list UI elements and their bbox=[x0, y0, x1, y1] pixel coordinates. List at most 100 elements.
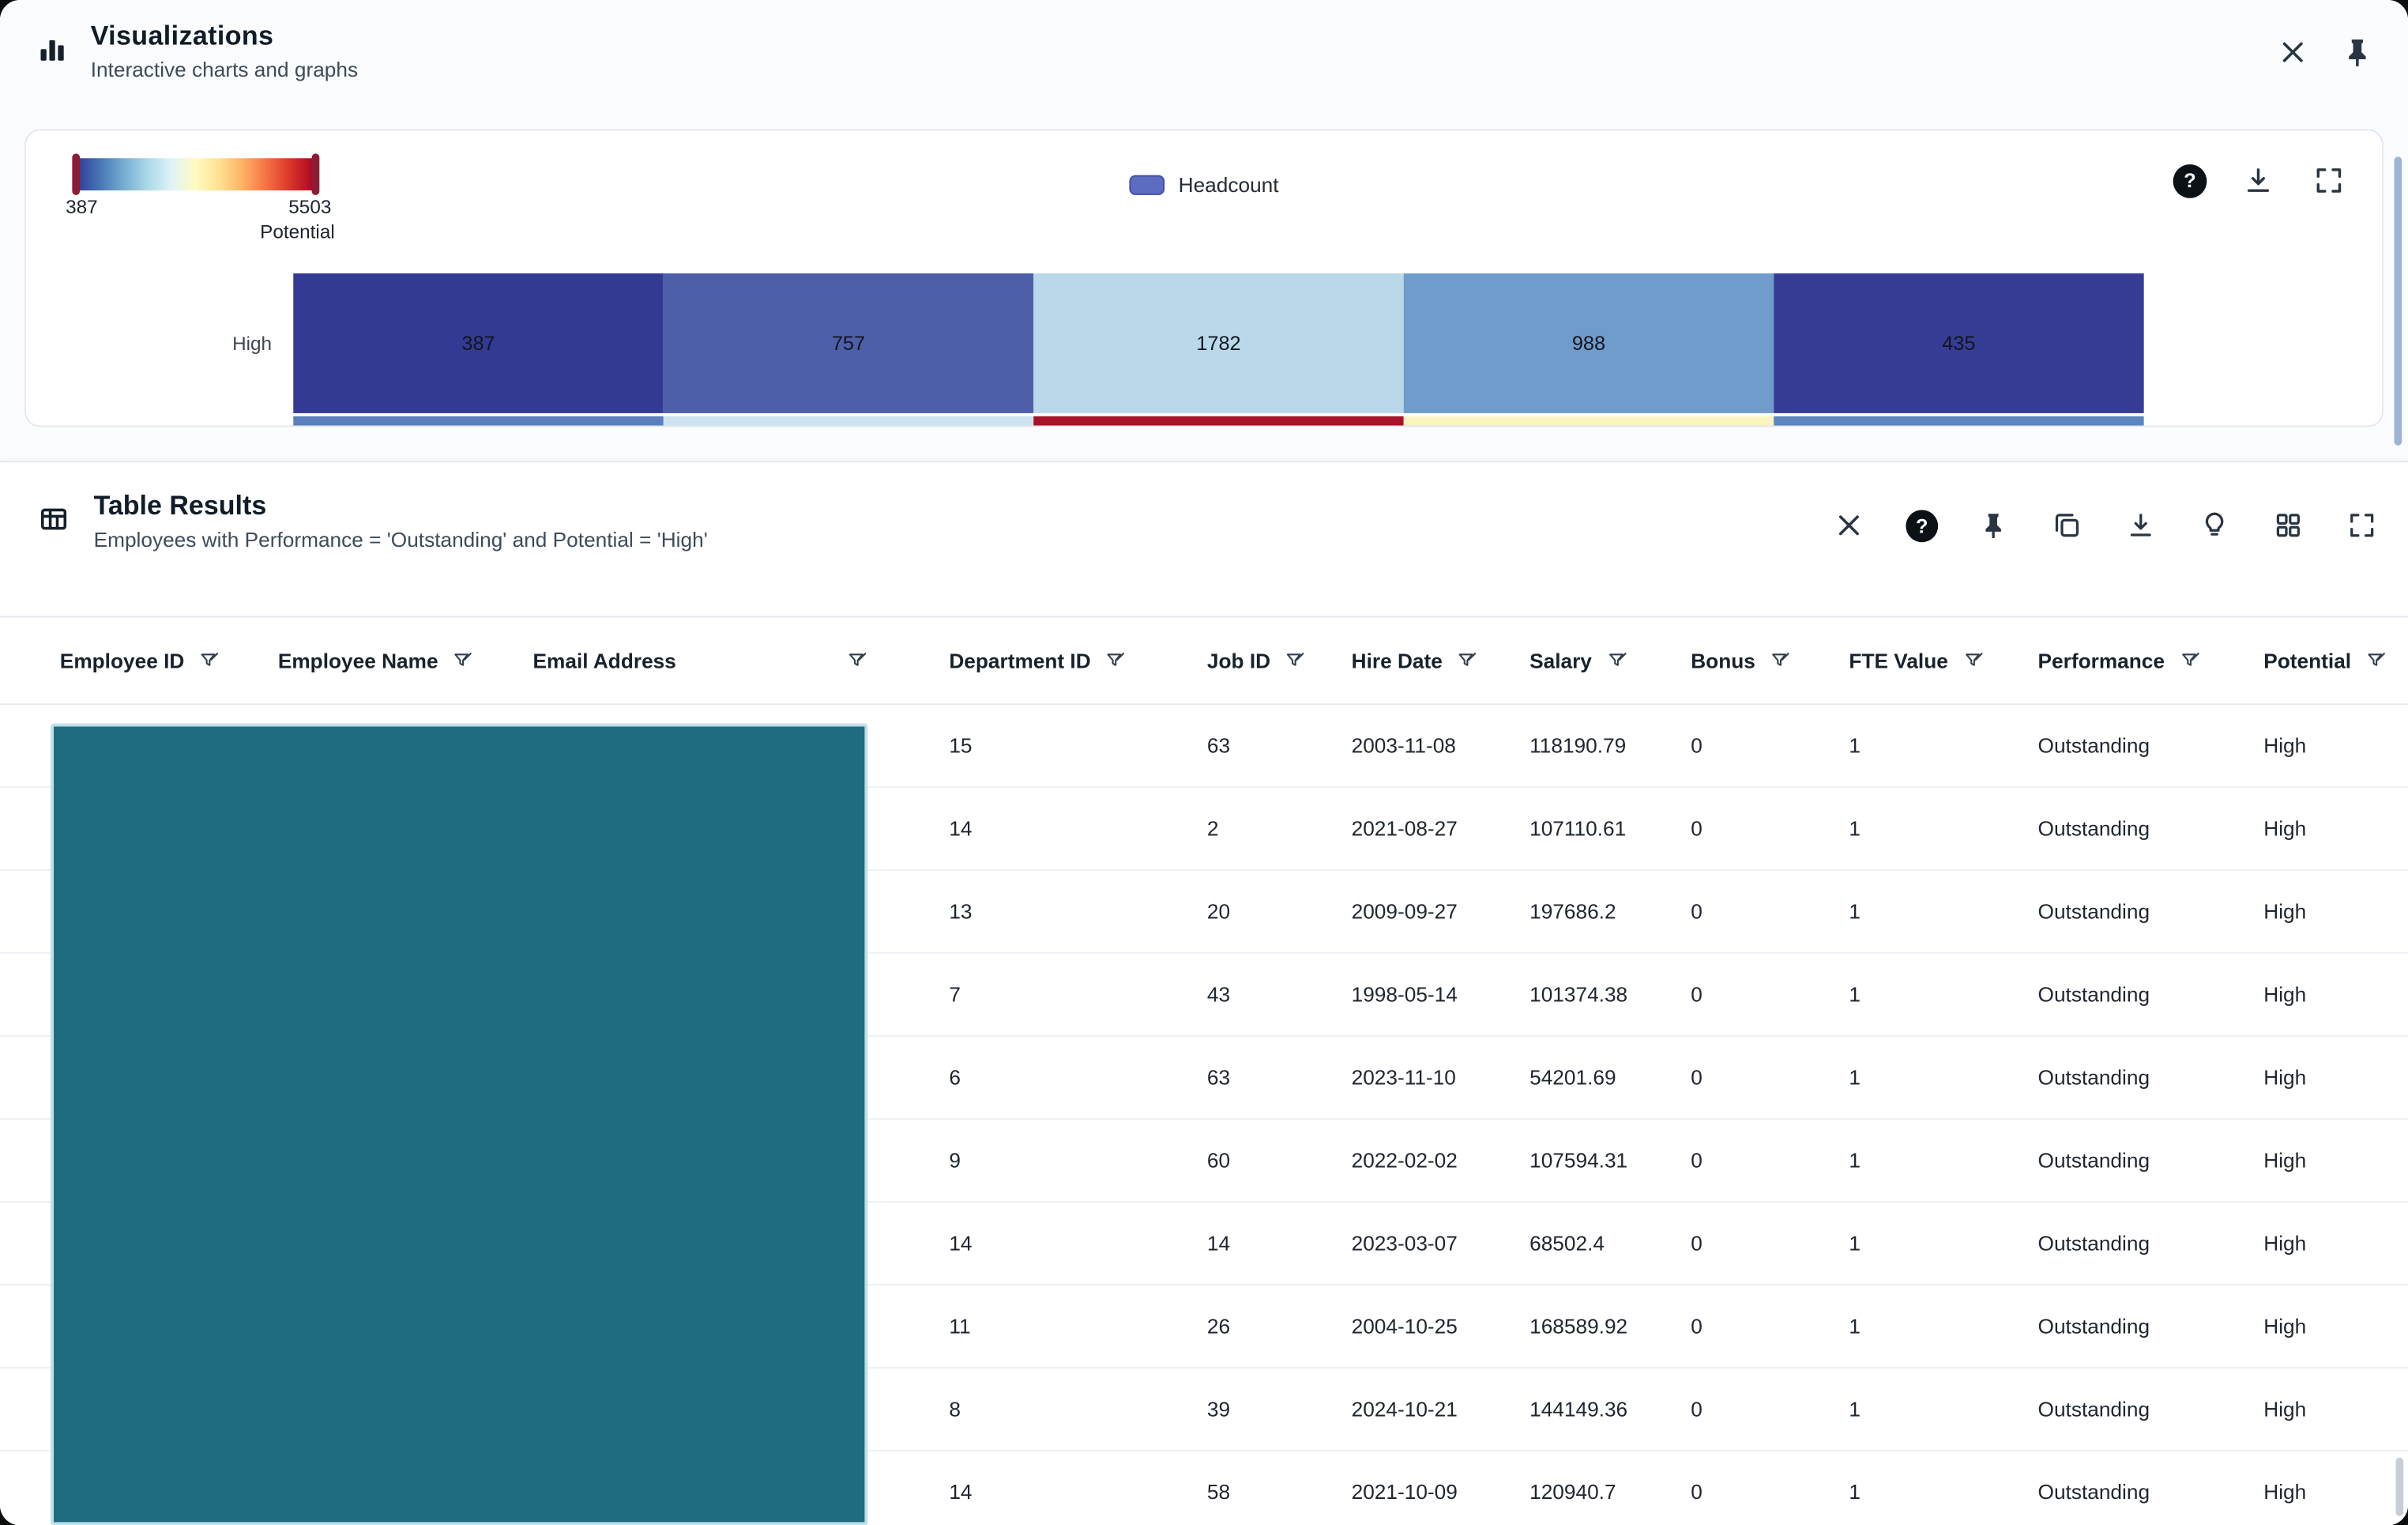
column-label: Email Address bbox=[533, 649, 676, 672]
cell-hire-date: 2023-03-07 bbox=[1342, 1232, 1520, 1255]
column-label: Hire Date bbox=[1352, 649, 1443, 672]
chart-legend[interactable]: Headcount bbox=[1129, 174, 1278, 197]
download-button[interactable] bbox=[2239, 161, 2278, 200]
copy-button[interactable] bbox=[2049, 506, 2086, 544]
colorbar-handle-max[interactable] bbox=[312, 153, 320, 194]
heatmap-cell-partial[interactable] bbox=[1774, 416, 2143, 427]
column-header-job-id[interactable]: Job ID bbox=[1198, 649, 1342, 672]
column-header-performance[interactable]: Performance bbox=[2029, 649, 2255, 672]
column-header-salary[interactable]: Salary bbox=[1520, 649, 1681, 672]
pin-icon bbox=[2340, 36, 2374, 70]
column-header-potential[interactable]: Potential bbox=[2255, 649, 2396, 672]
cell-department-id: 6 bbox=[940, 1066, 1198, 1089]
colorbar-handle-min[interactable] bbox=[72, 153, 80, 194]
filter-icon[interactable] bbox=[1605, 649, 1628, 672]
grid-view-button[interactable] bbox=[2270, 506, 2307, 544]
pin-table-button[interactable] bbox=[1975, 506, 2012, 544]
chart-toolbar: ? bbox=[2173, 161, 2349, 200]
cell-fte-value: 1 bbox=[1840, 1066, 2029, 1089]
filter-icon[interactable] bbox=[846, 649, 869, 672]
cell-department-id: 13 bbox=[940, 900, 1198, 923]
heatmap-row-partial bbox=[26, 416, 2382, 427]
filter-icon[interactable] bbox=[198, 649, 221, 672]
heatmap-cell-partial[interactable] bbox=[293, 416, 663, 427]
cell-salary: 168589.92 bbox=[1520, 1315, 1681, 1338]
column-header-employee-id[interactable]: Employee ID bbox=[51, 649, 269, 672]
column-label: Job ID bbox=[1207, 649, 1270, 672]
filter-icon[interactable] bbox=[2178, 649, 2201, 672]
cell-bonus: 0 bbox=[1682, 1232, 1840, 1255]
fullscreen-button[interactable] bbox=[2310, 161, 2349, 200]
cell-job-id: 58 bbox=[1198, 1481, 1342, 1504]
insights-button[interactable] bbox=[2196, 506, 2233, 544]
column-header-bonus[interactable]: Bonus bbox=[1682, 649, 1840, 672]
cell-job-id: 63 bbox=[1198, 1066, 1342, 1089]
visualizations-header: Visualizations Interactive charts and gr… bbox=[0, 0, 2408, 120]
cell-performance: Outstanding bbox=[2029, 817, 2255, 840]
cell-job-id: 63 bbox=[1198, 734, 1342, 757]
fullscreen-icon bbox=[2312, 164, 2345, 197]
column-label: Department ID bbox=[949, 649, 1090, 672]
column-label: FTE Value bbox=[1849, 649, 1947, 672]
heatmap-chart: High 3877571782988435 bbox=[26, 273, 2382, 427]
copy-icon bbox=[2052, 510, 2083, 540]
table-toolbar: ? bbox=[1829, 506, 2380, 546]
heatmap-row: High 3877571782988435 bbox=[26, 273, 2382, 413]
filter-icon[interactable] bbox=[452, 649, 475, 672]
column-header-hire-date[interactable]: Hire Date bbox=[1342, 649, 1520, 672]
cell-fte-value: 1 bbox=[1840, 734, 2029, 757]
column-header-fte-value[interactable]: FTE Value bbox=[1840, 649, 2029, 672]
filter-icon[interactable] bbox=[1104, 649, 1127, 672]
close-icon bbox=[2276, 36, 2310, 70]
cell-bonus: 0 bbox=[1682, 1315, 1840, 1338]
column-header-department-id[interactable]: Department ID bbox=[940, 649, 1198, 672]
heatmap-cell[interactable]: 1782 bbox=[1033, 273, 1403, 413]
cell-department-id: 11 bbox=[940, 1315, 1198, 1338]
cell-performance: Outstanding bbox=[2029, 1315, 2255, 1338]
cell-hire-date: 2009-09-27 bbox=[1342, 900, 1520, 923]
filter-icon[interactable] bbox=[1285, 649, 1307, 672]
cell-salary: 118190.79 bbox=[1520, 734, 1681, 757]
cell-salary: 54201.69 bbox=[1520, 1066, 1681, 1089]
column-header-email-address[interactable]: Email Address bbox=[524, 649, 940, 672]
legend-swatch bbox=[1129, 175, 1164, 195]
heatmap-cell[interactable]: 435 bbox=[1774, 273, 2143, 413]
heatmap-cell-partial[interactable] bbox=[1404, 416, 1774, 427]
cell-department-id: 14 bbox=[940, 817, 1198, 840]
filter-icon[interactable] bbox=[1769, 649, 1792, 672]
cell-job-id: 26 bbox=[1198, 1315, 1342, 1338]
filter-icon[interactable] bbox=[2365, 649, 2388, 672]
cell-fte-value: 1 bbox=[1840, 1481, 2029, 1504]
pin-button[interactable] bbox=[2338, 32, 2378, 73]
cell-fte-value: 1 bbox=[1840, 1232, 2029, 1255]
cell-potential: High bbox=[2255, 817, 2396, 840]
table-scrollbar[interactable] bbox=[2395, 1458, 2403, 1516]
heatmap-cell-partial[interactable] bbox=[1033, 416, 1403, 427]
heatmap-cell[interactable]: 757 bbox=[664, 273, 1033, 413]
help-icon[interactable]: ? bbox=[1906, 509, 1938, 541]
grid-icon bbox=[2273, 510, 2304, 540]
cell-performance: Outstanding bbox=[2029, 1066, 2255, 1089]
cell-bonus: 0 bbox=[1682, 734, 1840, 757]
heatmap-cell[interactable]: 988 bbox=[1404, 273, 1774, 413]
heatmap-cell-partial[interactable] bbox=[664, 416, 1033, 427]
cell-salary: 120940.7 bbox=[1520, 1481, 1681, 1504]
download-table-button[interactable] bbox=[2122, 506, 2159, 544]
table-icon bbox=[37, 503, 71, 537]
cell-bonus: 0 bbox=[1682, 900, 1840, 923]
filter-icon[interactable] bbox=[1456, 649, 1479, 672]
close-table-button[interactable] bbox=[1829, 506, 1869, 546]
fullscreen-table-button[interactable] bbox=[2343, 506, 2380, 544]
chart-scrollbar[interactable] bbox=[2395, 156, 2402, 445]
table-results-subtitle: Employees with Performance = 'Outstandin… bbox=[94, 529, 708, 552]
cell-performance: Outstanding bbox=[2029, 1398, 2255, 1421]
column-header-employee-name[interactable]: Employee Name bbox=[269, 649, 524, 672]
cell-hire-date: 2004-10-25 bbox=[1342, 1315, 1520, 1338]
help-icon[interactable]: ? bbox=[2173, 164, 2207, 198]
close-button[interactable] bbox=[2273, 32, 2313, 73]
filter-icon[interactable] bbox=[1962, 649, 1985, 672]
colorbar-gradient[interactable] bbox=[75, 158, 316, 190]
close-icon bbox=[1832, 508, 1866, 542]
cell-department-id: 7 bbox=[940, 983, 1198, 1006]
heatmap-cell[interactable]: 387 bbox=[293, 273, 663, 413]
